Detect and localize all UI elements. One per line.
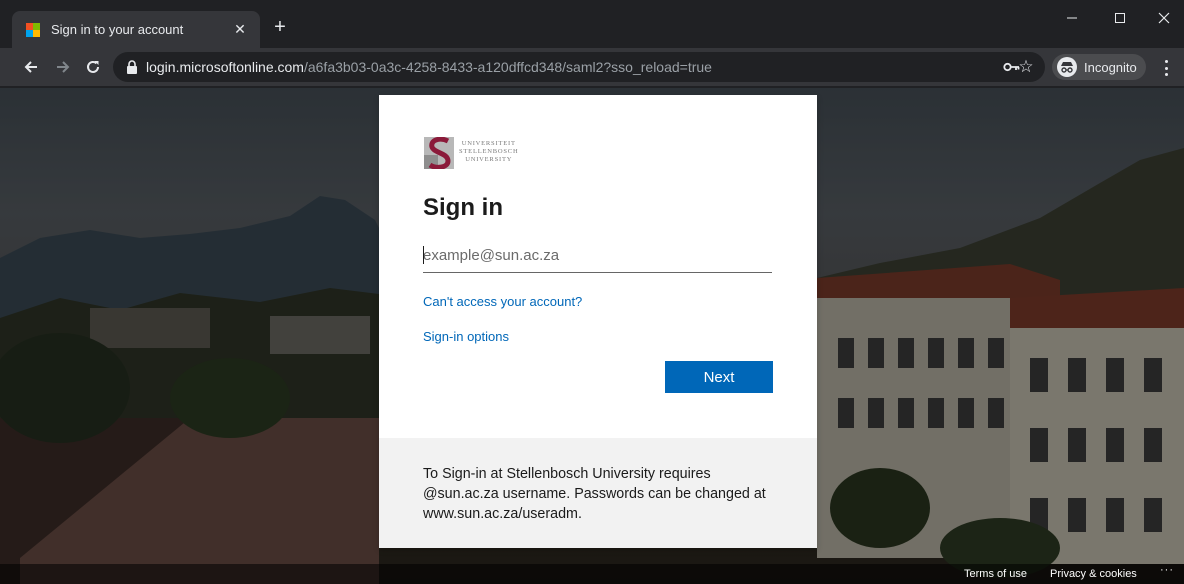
browser-menu-icon[interactable] — [1158, 58, 1174, 78]
sign-in-card: UNIVERSITEIT STELLENBOSCH UNIVERSITY Sig… — [379, 95, 817, 548]
more-options-ellipsis-icon[interactable]: ··· — [1160, 564, 1174, 576]
url-path: /a6fa3b03-0a3c-4258-8433-a120dffcd348/sa… — [303, 59, 712, 75]
browser-tabstrip: Sign in to your account ✕ + — [0, 0, 1184, 48]
window-close-button[interactable] — [1150, 6, 1178, 30]
browser-toolbar: login.microsoftonline.com/a6fa3b03-0a3c-… — [0, 48, 1184, 87]
sign-in-info-panel: To Sign-in at Stellenbosch University re… — [379, 438, 817, 548]
lock-icon[interactable] — [126, 60, 138, 74]
back-arrow-icon[interactable] — [20, 56, 42, 78]
tab-close-icon[interactable]: ✕ — [231, 20, 249, 38]
forward-arrow-icon[interactable] — [52, 56, 74, 78]
next-button[interactable]: Next — [665, 361, 773, 393]
text-cursor — [423, 246, 424, 264]
address-bar[interactable]: login.microsoftonline.com/a6fa3b03-0a3c-… — [113, 52, 1045, 82]
sign-in-options-link[interactable]: Sign-in options — [423, 329, 509, 344]
sign-in-heading: Sign in — [423, 194, 503, 221]
tab-title: Sign in to your account — [51, 22, 184, 37]
window-maximize-button[interactable] — [1106, 6, 1134, 30]
browser-tab-active[interactable]: Sign in to your account ✕ — [12, 11, 260, 48]
reload-icon[interactable] — [82, 56, 104, 78]
stellenbosch-university-logo: UNIVERSITEIT STELLENBOSCH UNIVERSITY — [424, 136, 534, 170]
microsoft-logo-icon — [26, 23, 40, 37]
page-footer: Terms of use Privacy & cookies ··· — [0, 564, 1184, 584]
terms-of-use-link[interactable]: Terms of use — [964, 568, 1027, 580]
sign-in-info-text: To Sign-in at Stellenbosch University re… — [423, 466, 766, 522]
bookmark-star-icon[interactable]: ☆ — [1016, 57, 1036, 77]
address-url: login.microsoftonline.com/a6fa3b03-0a3c-… — [146, 59, 712, 75]
url-host: login.microsoftonline.com — [146, 59, 304, 75]
university-crest-icon — [424, 137, 454, 169]
incognito-label: Incognito — [1084, 60, 1137, 75]
cant-access-account-link[interactable]: Can't access your account? — [423, 294, 582, 309]
page-viewport: UNIVERSITEIT STELLENBOSCH UNIVERSITY Sig… — [0, 88, 1184, 584]
incognito-icon — [1057, 57, 1077, 77]
privacy-cookies-link[interactable]: Privacy & cookies — [1050, 568, 1137, 580]
new-tab-button[interactable]: + — [270, 17, 290, 38]
window-minimize-button[interactable] — [1058, 6, 1086, 30]
university-wordmark: UNIVERSITEIT STELLENBOSCH UNIVERSITY — [459, 140, 519, 163]
incognito-button[interactable]: Incognito — [1052, 54, 1146, 80]
email-input[interactable] — [423, 239, 772, 273]
